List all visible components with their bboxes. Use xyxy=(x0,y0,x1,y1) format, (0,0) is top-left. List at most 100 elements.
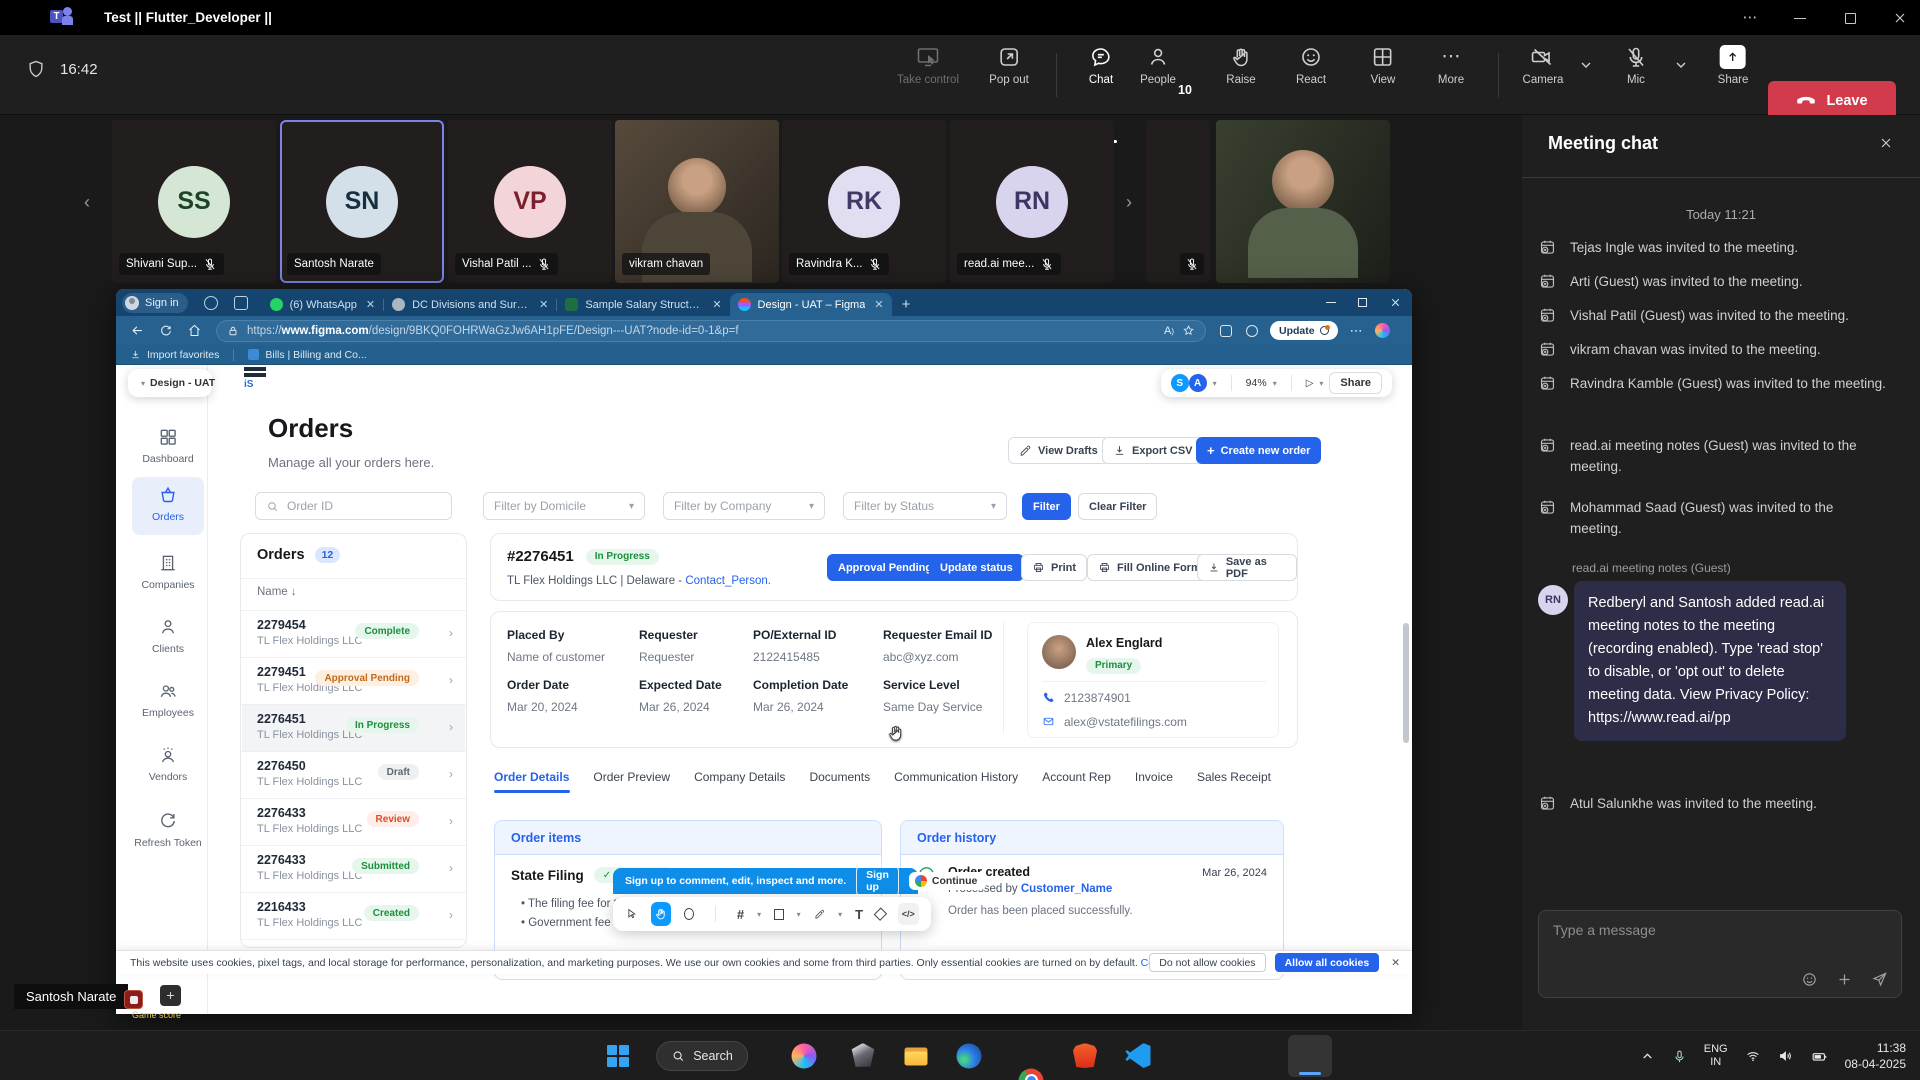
browser-tab[interactable]: (6) WhatsApp✕ xyxy=(262,293,383,316)
tab-close-icon[interactable]: ✕ xyxy=(366,298,375,311)
shape-tool-icon[interactable] xyxy=(774,909,783,920)
filter-domicile-select[interactable]: Filter by Domicile▾ xyxy=(483,492,645,520)
figma-signup-button[interactable]: Sign up xyxy=(856,865,899,897)
view-drafts-button[interactable]: View Drafts xyxy=(1008,437,1109,464)
filter-button[interactable]: Filter xyxy=(1022,493,1071,520)
collaborator-avatar[interactable]: S xyxy=(1171,374,1189,392)
chevron-down-icon[interactable]: ▾ xyxy=(141,379,145,388)
lasso-tool-icon[interactable] xyxy=(684,908,694,920)
browser-update-button[interactable]: Update xyxy=(1270,321,1338,340)
taskbar-search[interactable]: Search xyxy=(656,1041,748,1071)
dev-mode-icon[interactable]: </> xyxy=(898,903,919,925)
order-row[interactable]: 2276433TL Flex Holdings LLC Review› xyxy=(242,799,465,845)
save-as-pdf-button[interactable]: Save as PDF xyxy=(1197,554,1297,581)
participant-tile[interactable]: RN read.ai mee... xyxy=(950,120,1114,283)
language-indicator[interactable]: ENGIN xyxy=(1704,1043,1728,1069)
create-new-order-button[interactable]: + Create new order xyxy=(1196,437,1321,464)
browser-signin-button[interactable]: Sign in xyxy=(122,293,188,313)
camera-options-chevron-icon[interactable] xyxy=(1578,57,1594,73)
chat-button[interactable]: Chat xyxy=(1089,45,1113,86)
hand-tool-icon-active[interactable] xyxy=(651,902,671,926)
actions-tool-icon[interactable] xyxy=(874,907,887,920)
volume-icon[interactable] xyxy=(1778,1048,1794,1064)
game-bar-icon[interactable] xyxy=(124,990,143,1009)
contact-phone[interactable]: 2123874901 xyxy=(1064,691,1131,705)
battery-icon[interactable] xyxy=(1811,1048,1828,1065)
send-icon[interactable] xyxy=(1871,970,1889,988)
chat-close-icon[interactable] xyxy=(1878,135,1894,151)
attach-plus-icon[interactable] xyxy=(1836,971,1853,988)
window-maximize-button[interactable] xyxy=(1842,10,1858,26)
page-scrollbar[interactable] xyxy=(1403,623,1409,743)
prism-app-icon[interactable] xyxy=(851,1043,876,1068)
move-tool-icon[interactable] xyxy=(625,906,638,922)
more-button[interactable]: ⋯More xyxy=(1438,45,1464,86)
contact-email[interactable]: alex@vstatefilings.com xyxy=(1064,715,1187,729)
tab-activity-icon[interactable] xyxy=(204,296,218,310)
tiles-scroll-right-button[interactable]: › xyxy=(1118,185,1140,219)
browser-tab-active[interactable]: Design - UAT – Figma✕ xyxy=(730,293,892,316)
sidebar-item-companies[interactable]: Companies xyxy=(128,553,208,591)
vertical-tabs-icon[interactable] xyxy=(234,296,248,310)
pop-out-button[interactable]: Pop out xyxy=(989,45,1029,86)
file-explorer-icon[interactable] xyxy=(904,1043,929,1068)
browser-maximize-button[interactable] xyxy=(1358,298,1367,307)
allow-cookies-button[interactable]: Allow all cookies xyxy=(1275,953,1380,972)
participant-tile-partial[interactable] xyxy=(1146,120,1210,283)
mic-button[interactable]: Mic xyxy=(1624,45,1648,86)
edge-icon[interactable] xyxy=(957,1043,982,1068)
filter-status-select[interactable]: Filter by Status▾ xyxy=(843,492,1007,520)
google-continue-button[interactable]: Continue xyxy=(909,872,987,890)
extensions-icon[interactable] xyxy=(1246,325,1258,337)
sidebar-item-orders[interactable]: Orders xyxy=(128,485,208,523)
browser-close-button[interactable] xyxy=(1389,296,1402,309)
sidebar-item-vendors[interactable]: Vendors xyxy=(128,745,208,783)
tab-account-rep[interactable]: Account Rep xyxy=(1042,770,1111,784)
chevron-down-icon[interactable]: ▾ xyxy=(1273,379,1277,388)
tray-mic-icon[interactable] xyxy=(1672,1049,1687,1064)
order-row[interactable]: 2276450TL Flex Holdings LLC Draft› xyxy=(242,752,465,798)
order-row-selected[interactable]: 2276451TL Flex Holdings LLC In Progress› xyxy=(242,705,465,751)
order-id-search-input[interactable]: Order ID xyxy=(255,492,452,520)
frame-tool-icon[interactable]: # xyxy=(737,907,744,922)
cookie-close-icon[interactable]: ✕ xyxy=(1391,957,1400,969)
browser-tab[interactable]: DC Divisions and Surroundings✕ xyxy=(384,293,556,316)
browser-minimize-button[interactable] xyxy=(1326,302,1336,303)
tab-documents[interactable]: Documents xyxy=(809,770,870,784)
deny-cookies-button[interactable]: Do not allow cookies xyxy=(1149,953,1265,972)
pen-tool-icon[interactable] xyxy=(814,907,826,921)
print-button[interactable]: Print xyxy=(1021,554,1087,581)
mic-options-chevron-icon[interactable] xyxy=(1673,57,1689,73)
back-icon[interactable] xyxy=(130,323,145,338)
reload-icon[interactable] xyxy=(159,324,173,338)
wifi-icon[interactable] xyxy=(1745,1048,1761,1064)
order-row[interactable]: 2279451TL Flex Holdings LLC Approval Pen… xyxy=(242,658,465,704)
browser-settings-icon[interactable]: ⋯ xyxy=(1350,323,1363,339)
figma-file-pill[interactable]: ▾ Design - UAT xyxy=(128,369,212,397)
vscode-icon[interactable] xyxy=(1126,1043,1151,1068)
sidebar-item-clients[interactable]: Clients xyxy=(128,617,208,655)
url-field[interactable]: https://www.figma.com/design/9BKQ0FOHRWa… xyxy=(216,320,1206,342)
customer-name-link[interactable]: Customer_Name xyxy=(1021,883,1112,895)
browser-tab[interactable]: Sample Salary Structure with calc✕ xyxy=(557,293,729,316)
sidebar-item-dashboard[interactable]: Dashboard xyxy=(128,427,208,465)
order-row[interactable]: 2279454TL Flex Holdings LLC Complete› xyxy=(242,611,465,657)
figma-share-button[interactable]: Share xyxy=(1329,372,1382,394)
tab-order-preview[interactable]: Order Preview xyxy=(593,770,670,784)
contact-person-link[interactable]: Contact_Person. xyxy=(685,575,771,587)
export-csv-button[interactable]: Export CSV xyxy=(1102,437,1204,464)
bookmark-item[interactable]: Bills | Billing and Co... xyxy=(248,349,366,361)
participant-tile[interactable]: VP Vishal Patil ... xyxy=(448,120,612,283)
approval-pending-button[interactable]: Approval Pending xyxy=(827,554,943,581)
sidebar-item-refresh-token[interactable]: Refresh Token xyxy=(128,811,208,849)
update-status-button[interactable]: Update status xyxy=(929,554,1024,581)
window-close-button[interactable] xyxy=(1892,10,1908,26)
cookie-settings-link[interactable]: Cookies settings xyxy=(1141,957,1150,969)
tray-expand-icon[interactable] xyxy=(1640,1049,1655,1064)
share-button[interactable]: Share xyxy=(1718,45,1749,86)
brave-icon[interactable] xyxy=(1073,1043,1098,1068)
participant-tile-video[interactable] xyxy=(1216,120,1390,283)
people-button[interactable]: People xyxy=(1140,45,1176,86)
tab-order-details[interactable]: Order Details xyxy=(494,770,569,784)
tab-company-details[interactable]: Company Details xyxy=(694,770,785,784)
